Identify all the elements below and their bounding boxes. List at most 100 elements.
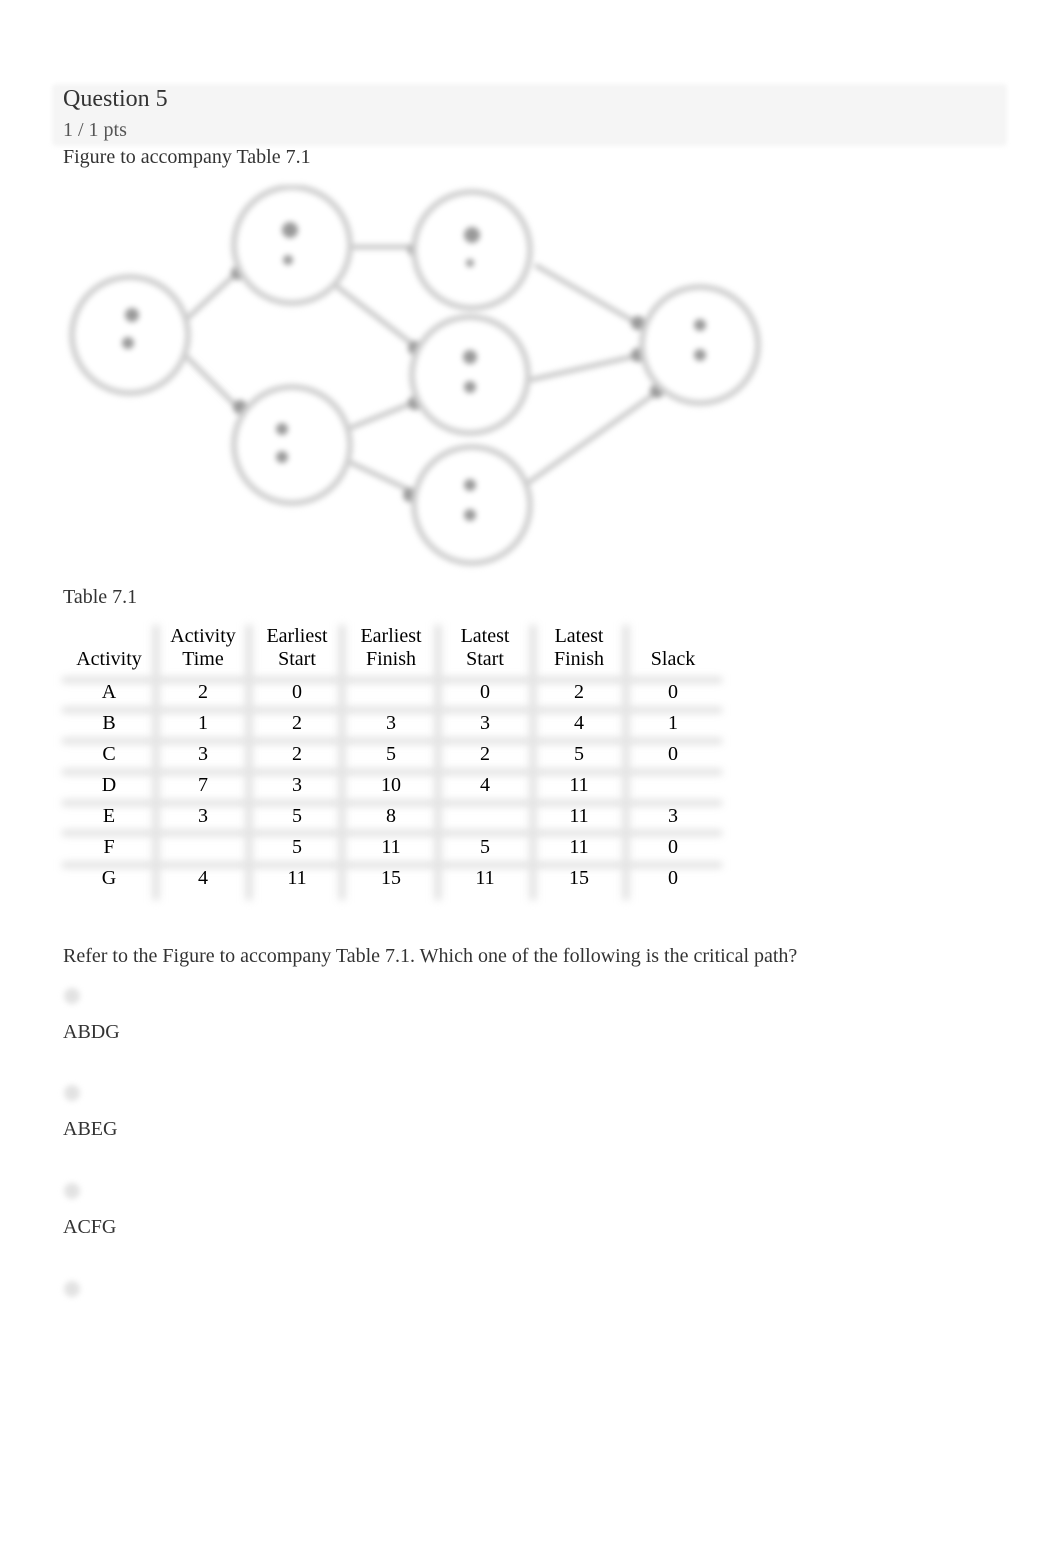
node-label-mark bbox=[283, 255, 293, 265]
table-cell: 3 bbox=[386, 712, 396, 734]
table-cell: 0 bbox=[668, 867, 678, 889]
table-cell: 3 bbox=[668, 805, 678, 827]
table-cell: 2 bbox=[292, 743, 302, 765]
table-cell: 11 bbox=[569, 805, 589, 827]
table-cell: 3 bbox=[292, 774, 302, 796]
node-g bbox=[639, 284, 761, 406]
node-a bbox=[69, 274, 191, 396]
question-points: 1 / 1 pts bbox=[63, 119, 127, 141]
table-cell: 11 bbox=[475, 867, 495, 889]
node-label-mark bbox=[282, 222, 298, 238]
node-e bbox=[409, 314, 531, 436]
table-cell bbox=[156, 832, 250, 863]
table-caption: Table 7.1 bbox=[63, 586, 138, 608]
network-diagram bbox=[60, 184, 780, 575]
table-cell: 2 bbox=[574, 681, 584, 703]
table-row: C 3 2 5 2 5 0 bbox=[62, 739, 720, 770]
table-cell: B bbox=[102, 712, 116, 734]
table-cell bbox=[438, 801, 532, 832]
table-cell: 0 bbox=[668, 836, 678, 858]
table-cell: 1 bbox=[198, 712, 208, 734]
node-label-mark bbox=[694, 349, 706, 361]
node-label-mark bbox=[464, 509, 476, 521]
activity-table-wrapper: Activity Activity Time Earliest Start Earl… bbox=[62, 625, 722, 900]
table-row: B 1 2 3 3 4 1 bbox=[62, 708, 720, 739]
table-cell: 5 bbox=[480, 836, 490, 858]
table-row: A 2 0 0 2 0 bbox=[62, 677, 720, 708]
table-cell: 5 bbox=[292, 836, 302, 858]
node-label-mark bbox=[464, 227, 480, 243]
edge-e-g bbox=[529, 352, 641, 383]
table-cell: 15 bbox=[381, 867, 401, 889]
table-header-row: Activity Activity Time Earliest Start Earl… bbox=[62, 625, 720, 677]
col-header-activity-time: Activity Time bbox=[170, 625, 236, 670]
table-cell: 2 bbox=[198, 681, 208, 703]
radio-button[interactable] bbox=[64, 988, 80, 1004]
node-d bbox=[411, 189, 533, 311]
table-row: G 4 11 15 11 15 0 bbox=[62, 863, 720, 894]
table-cell: 0 bbox=[292, 681, 302, 703]
radio-button[interactable] bbox=[64, 1183, 80, 1199]
node-label-mark bbox=[464, 381, 476, 393]
col-header-earliest-start: Earliest Start bbox=[266, 625, 328, 670]
question-prompt: Refer to the Figure to accompany Table 7… bbox=[63, 945, 798, 967]
node-f bbox=[411, 444, 533, 566]
col-header-earliest-finish: Earliest Finish bbox=[360, 625, 422, 670]
edge-b-e bbox=[333, 283, 422, 352]
edge-a-c bbox=[178, 348, 242, 412]
table-cell: 2 bbox=[480, 743, 490, 765]
node-label-mark bbox=[464, 479, 476, 491]
table-cell: 3 bbox=[198, 743, 208, 765]
answer-label[interactable]: ABEG bbox=[63, 1118, 117, 1141]
table-cell: 15 bbox=[569, 867, 589, 889]
edge-a-b bbox=[178, 268, 242, 327]
edge-d-g bbox=[533, 262, 642, 328]
node-label-mark bbox=[694, 319, 706, 331]
table-cell: F bbox=[103, 836, 115, 858]
node-b bbox=[231, 184, 353, 306]
table-cell: 11 bbox=[381, 836, 401, 858]
table-cell: 1 bbox=[668, 712, 678, 734]
table-cell: 5 bbox=[386, 743, 396, 765]
figure-caption: Figure to accompany Table 7.1 bbox=[63, 146, 311, 168]
table-row: F 5 11 5 11 0 bbox=[62, 832, 720, 863]
table-cell: D bbox=[101, 774, 117, 796]
radio-button[interactable] bbox=[64, 1281, 80, 1297]
table-cell: 8 bbox=[386, 805, 396, 827]
node-label-mark bbox=[463, 350, 477, 364]
table-cell: 0 bbox=[668, 743, 678, 765]
node-c bbox=[231, 384, 353, 506]
table-body: A 2 0 0 2 0 B 1 2 3 3 4 1 C 3 2 5 2 5 0 D 7 3 10 4 11 E 3 5 8 11 3 F 5 11 5… bbox=[62, 677, 720, 894]
table-cell: 10 bbox=[381, 774, 401, 796]
table-cell: 3 bbox=[480, 712, 490, 734]
radio-button[interactable] bbox=[64, 1085, 80, 1101]
table-cell: 5 bbox=[292, 805, 302, 827]
answer-label[interactable]: ABDG bbox=[63, 1021, 120, 1044]
table-cell bbox=[626, 770, 720, 801]
node-label-mark bbox=[276, 451, 288, 463]
table-cell: 0 bbox=[668, 681, 678, 703]
table-cell: 7 bbox=[198, 774, 208, 796]
col-header-latest-finish: Latest Finish bbox=[553, 625, 605, 670]
question-header-bar bbox=[52, 84, 1007, 146]
table-cell: C bbox=[102, 743, 116, 765]
table-cell bbox=[344, 677, 438, 708]
table-cell: 11 bbox=[569, 774, 589, 796]
node-label-mark bbox=[276, 423, 288, 435]
answer-label[interactable]: ACFG bbox=[63, 1216, 116, 1239]
col-header-latest-start: Latest Start bbox=[460, 625, 510, 670]
edge-f-g bbox=[523, 387, 662, 488]
question-title: Question 5 bbox=[63, 86, 168, 112]
table-cell: 4 bbox=[574, 712, 584, 734]
node-label-mark bbox=[125, 308, 139, 322]
table-cell: A bbox=[101, 681, 117, 703]
table-cell: 4 bbox=[198, 867, 208, 889]
table-cell: 11 bbox=[569, 836, 589, 858]
table-cell: 4 bbox=[480, 774, 490, 796]
table-cell: 0 bbox=[480, 681, 490, 703]
table-cell: 5 bbox=[574, 743, 584, 765]
table-row: D 7 3 10 4 11 bbox=[62, 770, 720, 801]
node-label-mark bbox=[466, 259, 474, 267]
table-cell: E bbox=[102, 805, 116, 827]
network-diagram-svg bbox=[69, 184, 761, 566]
